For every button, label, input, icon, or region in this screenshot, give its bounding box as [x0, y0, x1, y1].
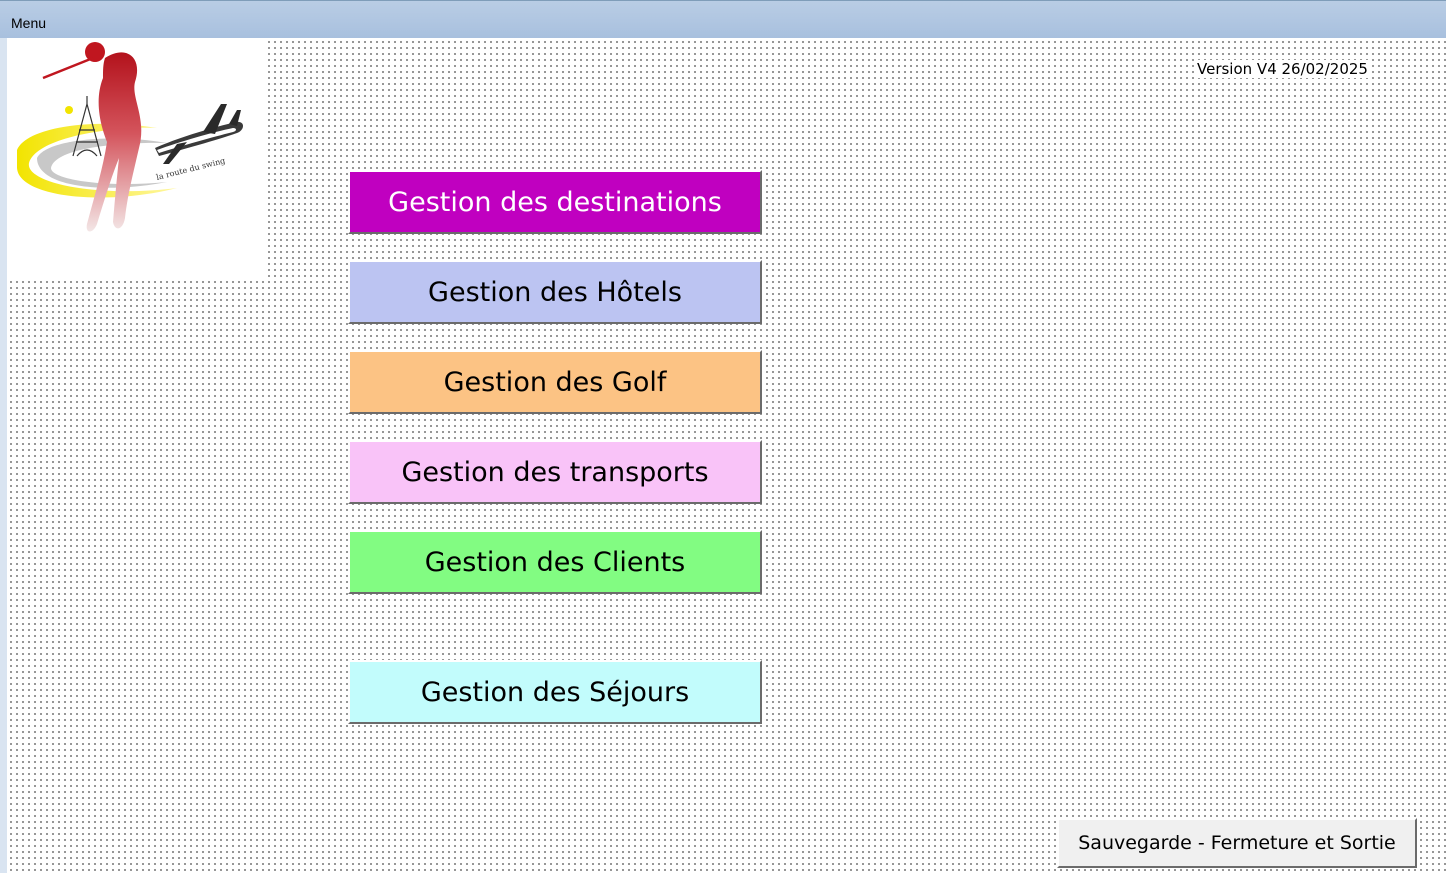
sejours-button[interactable]: Gestion des Séjours [348, 660, 762, 724]
window-titlebar[interactable]: Menu [0, 0, 1446, 38]
destinations-button[interactable]: Gestion des destinations [348, 170, 762, 234]
menu-form: la route du swing Version V4 26/02/2025 … [7, 38, 1446, 873]
company-logo: la route du swing [7, 38, 265, 278]
transports-button[interactable]: Gestion des transports [348, 440, 762, 504]
golfer-airplane-eiffel-logo-icon: la route du swing [17, 42, 243, 232]
application-window: Menu la route du swing Version V4 26/02/… [0, 0, 1446, 873]
window-title: Menu [11, 15, 47, 31]
golf-button[interactable]: Gestion des Golf [348, 350, 762, 414]
hotels-button[interactable]: Gestion des Hôtels [348, 260, 762, 324]
clients-button[interactable]: Gestion des Clients [348, 530, 762, 594]
version-label: Version V4 26/02/2025 [1197, 60, 1368, 78]
save-close-exit-button[interactable]: Sauvegarde - Fermeture et Sortie [1057, 818, 1417, 868]
